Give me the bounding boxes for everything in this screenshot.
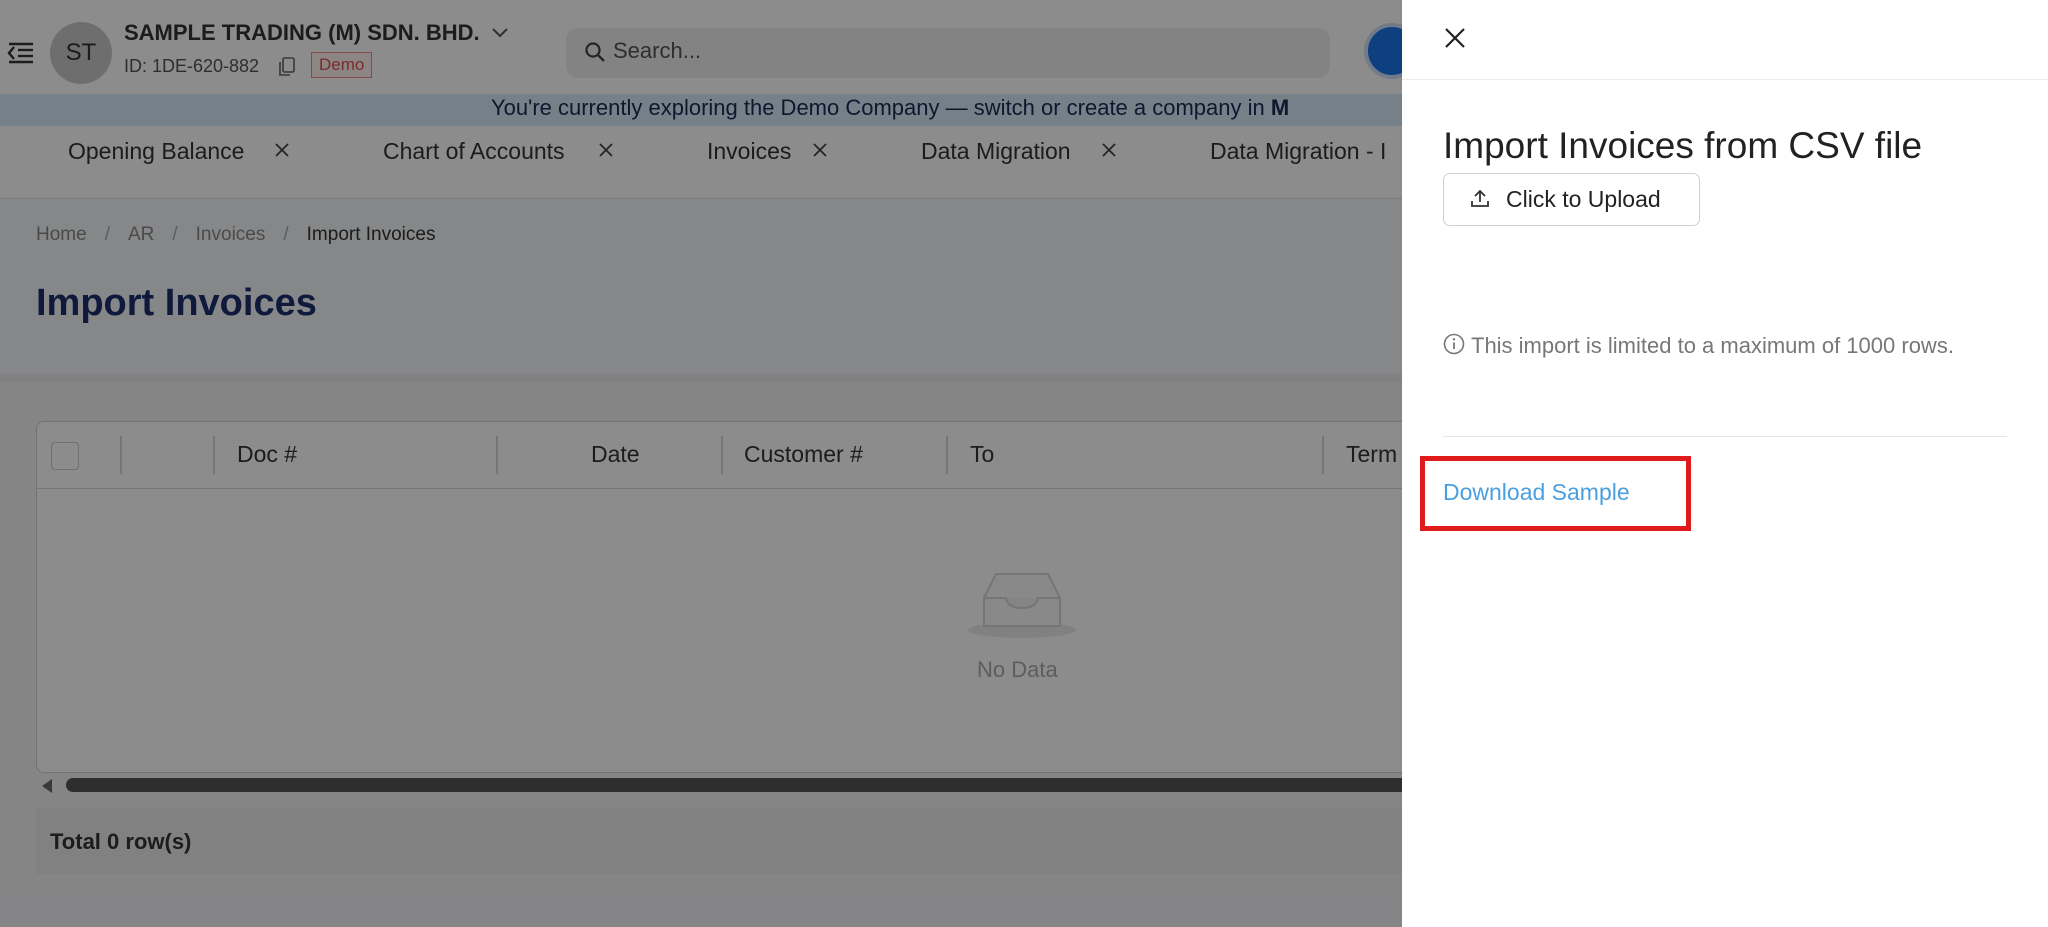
import-limit-note: This import is limited to a maximum of 1… (1471, 333, 1954, 358)
drawer-header (1402, 0, 2048, 80)
drawer-title: Import Invoices from CSV file (1443, 125, 1923, 166)
close-icon[interactable] (1443, 26, 1467, 50)
download-sample-link[interactable]: Download Sample (1443, 479, 1630, 506)
upload-icon (1471, 189, 1489, 207)
drawer-divider (1443, 436, 2007, 437)
upload-button-label[interactable]: Click to Upload (1506, 186, 1661, 213)
